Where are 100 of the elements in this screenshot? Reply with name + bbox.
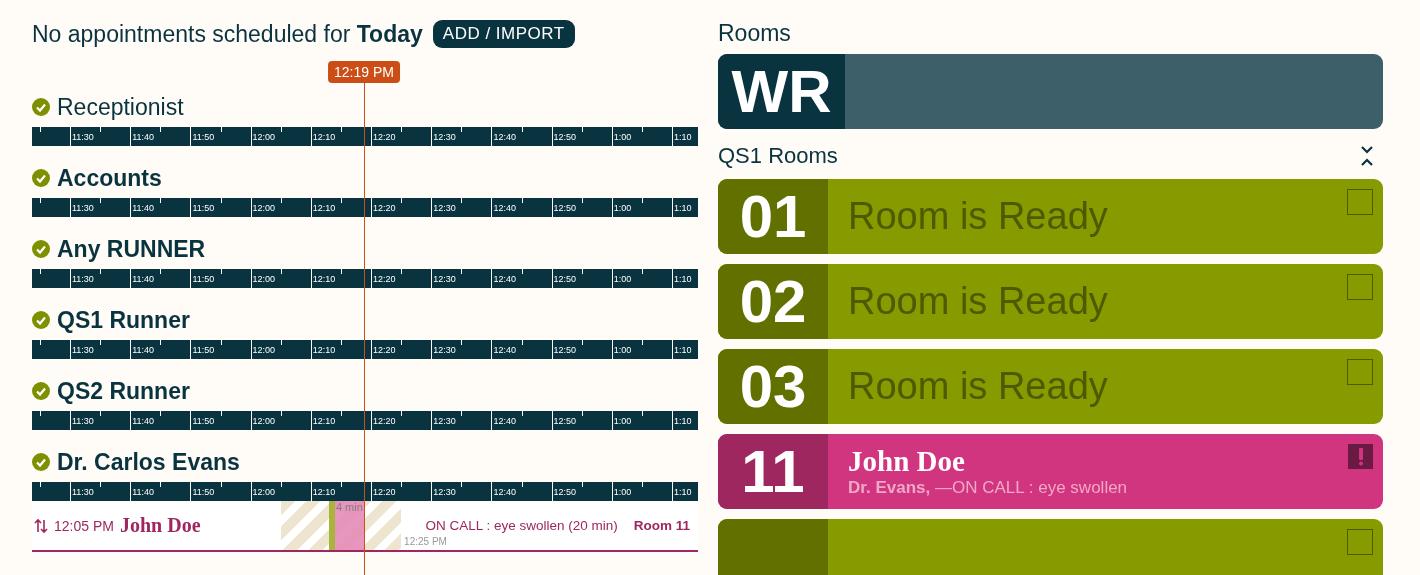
time-label: 12:50 — [553, 345, 577, 355]
time-label: 12:10 — [312, 274, 336, 284]
time-label: 12:50 — [553, 274, 577, 284]
time-label: 1:00 — [613, 345, 632, 355]
time-label: 1:00 — [613, 274, 632, 284]
swap-icon[interactable] — [34, 517, 48, 534]
time-label: 12:10 — [312, 487, 336, 497]
patient-name: John Doe — [848, 445, 966, 478]
time-label: 11:30 — [72, 203, 94, 213]
now-badge: 12:19 PM — [328, 61, 400, 83]
staff-name: Dr. Carlos Evans — [57, 448, 240, 476]
time-label: 1:10 — [674, 487, 692, 497]
time-label: 12:10 — [312, 203, 336, 213]
time-label: 11:40 — [132, 132, 155, 142]
time-label: 12:00 — [252, 487, 276, 497]
time-label: 11:50 — [192, 487, 215, 497]
time-label: 12:30 — [433, 487, 456, 497]
room-number: 11 — [718, 434, 828, 509]
time-label: 12:10 — [312, 345, 336, 355]
elapsed-block — [334, 501, 364, 550]
room-status: Room is Ready — [847, 280, 1108, 323]
rooms-title: Rooms — [718, 19, 792, 48]
time-label: 1:00 — [613, 132, 632, 142]
time-label: 12:00 — [252, 203, 276, 213]
time-label: 12:40 — [493, 274, 516, 284]
room-checkbox[interactable] — [1347, 359, 1373, 385]
time-label: 11:30 — [72, 345, 94, 355]
time-label: 11:30 — [72, 132, 94, 142]
room-status: Room is Ready — [847, 365, 1108, 408]
staff-name: Accounts — [57, 164, 162, 192]
time-label: 12:30 — [433, 274, 456, 284]
time-label: 12:20 — [373, 203, 396, 213]
time-label: 11:50 — [192, 274, 215, 284]
time-label: 12:30 — [433, 345, 456, 355]
room-checkbox[interactable] — [1347, 529, 1373, 555]
time-label: 1:00 — [613, 416, 632, 426]
appointment-row[interactable]: 4 min 12:25 PM 12:05 PM John Doe ON CALL : eye swollen (20 min) Room 11 — [32, 501, 698, 552]
time-label: 12:00 — [252, 345, 276, 355]
header-text: No appointments scheduled for Today — [32, 20, 423, 48]
wait-bar — [328, 501, 335, 550]
room-status: Room is Ready — [847, 195, 1108, 238]
time-label: 12:20 — [373, 132, 396, 142]
time-label: 1:10 — [674, 274, 692, 284]
time-label: 1:10 — [674, 132, 692, 142]
section-title: QS1 Rooms — [718, 143, 838, 169]
time-label: 1:00 — [613, 203, 632, 213]
time-label: 12:20 — [373, 487, 396, 497]
time-label: 11:50 — [192, 345, 215, 355]
room-card[interactable]: 03 Room is Ready — [718, 349, 1383, 424]
time-label: 12:40 — [493, 203, 516, 213]
time-label: 12:40 — [493, 132, 516, 142]
time-label: 11:50 — [192, 203, 215, 213]
time-label: 12:50 — [553, 487, 577, 497]
staff-name: QS2 Runner — [57, 377, 190, 405]
time-label: 11:40 — [132, 416, 155, 426]
room-card[interactable]: 02 Room is Ready — [718, 264, 1383, 339]
collapse-icon[interactable] — [1361, 145, 1373, 167]
time-label: 1:00 — [613, 487, 632, 497]
time-label: 12:20 — [373, 416, 396, 426]
time-label: 1:10 — [674, 203, 692, 213]
time-label: 12:30 — [433, 203, 456, 213]
waiting-room-card[interactable]: WR — [718, 54, 1383, 129]
room-number: 01 — [718, 179, 828, 254]
time-label: 12:10 — [312, 416, 336, 426]
room-note: Dr. Evans, —ON CALL : eye swollen — [848, 478, 1128, 498]
time-label: 12:20 — [373, 345, 396, 355]
wait-label: 4 min — [335, 501, 363, 513]
end-time: 12:25 PM — [404, 536, 447, 547]
time-label: 11:50 — [192, 416, 215, 426]
room-number: 02 — [718, 264, 828, 339]
room-card[interactable]: 01 Room is Ready — [718, 179, 1383, 254]
time-label: 11:40 — [132, 203, 155, 213]
time-label: 1:10 — [674, 416, 692, 426]
time-label: 12:40 — [493, 416, 516, 426]
patient-name: John Doe — [119, 514, 201, 537]
time-label: 11:50 — [192, 132, 215, 142]
staff-name: Any RUNNER — [57, 235, 206, 263]
time-label: 11:40 — [132, 345, 155, 355]
time-label: 11:30 — [72, 416, 94, 426]
time-label: 12:40 — [493, 345, 516, 355]
time-label: 12:40 — [493, 487, 516, 497]
time-label: 12:30 — [433, 416, 456, 426]
time-label: 12:00 — [252, 132, 276, 142]
room-checkbox[interactable] — [1347, 274, 1373, 300]
time-label: 12:50 — [553, 416, 577, 426]
staff-name: QS1 Runner — [57, 306, 190, 334]
waiting-room-label: WR — [718, 54, 845, 129]
time-label: 11:30 — [72, 274, 94, 284]
add-import-button[interactable]: ADD / IMPORT — [432, 20, 575, 48]
room-checkbox[interactable] — [1347, 189, 1373, 215]
time-label: 12:00 — [252, 416, 276, 426]
room-card[interactable] — [718, 519, 1383, 575]
time-label: 11:40 — [132, 487, 155, 497]
room-card[interactable]: 11 John Doe Dr. Evans, —ON CALL : eye swollen — [718, 434, 1383, 509]
time-label: 11:40 — [132, 274, 155, 284]
time-label: 12:30 — [433, 132, 456, 142]
time-label: 12:00 — [252, 274, 276, 284]
time-label: 12:10 — [312, 132, 336, 142]
time-label: 11:30 — [72, 487, 94, 497]
time-label: 12:50 — [553, 132, 577, 142]
